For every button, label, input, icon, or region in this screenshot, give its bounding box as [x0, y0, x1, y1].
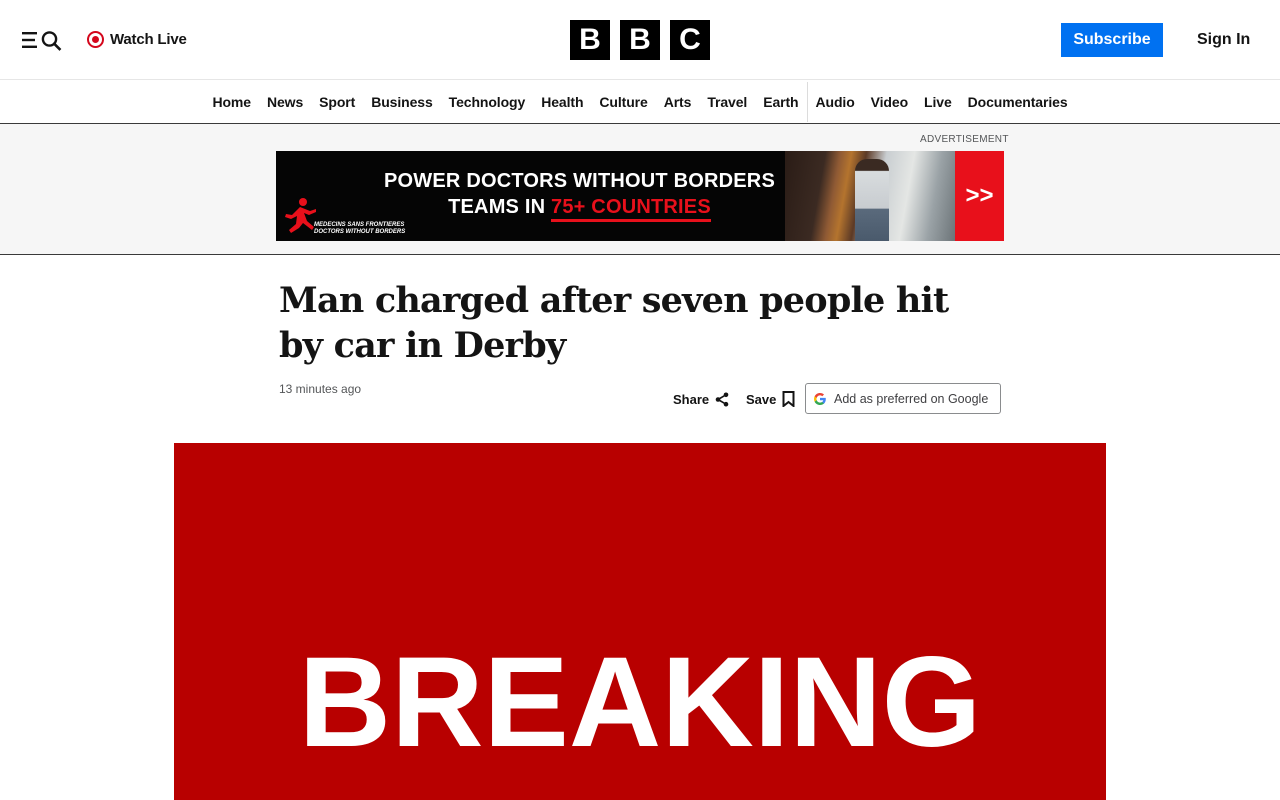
article-timestamp: 13 minutes ago	[279, 382, 362, 396]
advert-logo-text: DOCTORS WITHOUT BORDERS	[314, 229, 406, 235]
nav-item-health[interactable]: Health	[533, 81, 591, 124]
nav-item-home[interactable]: Home	[204, 81, 259, 124]
menu-search-button[interactable]	[22, 29, 62, 51]
nav-item-audio[interactable]: Audio	[808, 81, 863, 124]
nav-item-video[interactable]: Video	[863, 81, 916, 124]
advert-photo-person	[855, 159, 889, 241]
nav-item-sport[interactable]: Sport	[311, 81, 363, 124]
share-icon	[715, 392, 729, 406]
watch-live-link[interactable]: Watch Live	[87, 29, 187, 49]
watch-live-label: Watch Live	[110, 30, 187, 48]
nav-item-documentaries[interactable]: Documentaries	[960, 81, 1076, 124]
sign-in-button[interactable]: Sign In	[1190, 29, 1257, 51]
advert-headline: POWER DOCTORS WITHOUT BORDERS	[384, 170, 775, 192]
advert-logo-text: MEDECINS SANS FRONTIERES	[314, 222, 405, 228]
advert-label: ADVERTISEMENT	[920, 134, 1009, 145]
advert-photo	[785, 151, 955, 241]
advert-banner[interactable]: MEDECINS SANS FRONTIERES DOCTORS WITHOUT…	[276, 151, 1004, 241]
bbc-logo[interactable]: B B C	[570, 20, 710, 60]
advert-subheadline: TEAMS IN 75+ COUNTRIES	[357, 196, 802, 222]
nav-item-travel[interactable]: Travel	[699, 81, 755, 124]
nav-item-technology[interactable]: Technology	[441, 81, 534, 124]
logo-letter: B	[570, 20, 610, 60]
msf-running-man-icon	[285, 198, 316, 233]
top-header: Watch Live B B C Subscribe Sign In	[0, 0, 1280, 80]
advert-highlight: 75+ COUNTRIES	[551, 196, 711, 222]
live-indicator-icon	[87, 30, 104, 48]
logo-letter: B	[620, 20, 660, 60]
nav-item-earth[interactable]: Earth	[755, 81, 806, 124]
hero-breaking-text: BREAKING	[298, 631, 982, 774]
google-icon	[814, 392, 826, 405]
nav-item-live[interactable]: Live	[916, 81, 960, 124]
nav-item-news[interactable]: News	[259, 81, 311, 124]
subscribe-button[interactable]: Subscribe	[1061, 23, 1163, 57]
save-button[interactable]: Save	[746, 389, 795, 409]
share-button[interactable]: Share	[673, 389, 729, 409]
logo-letter: C	[670, 20, 710, 60]
menu-search-icon	[22, 31, 62, 51]
advert-arrow-button[interactable]: >>	[955, 151, 1004, 241]
nav-item-business[interactable]: Business	[363, 81, 440, 124]
main-nav: Home News Sport Business Technology Heal…	[0, 81, 1280, 124]
google-preferred-label: Add as preferred on Google	[834, 391, 989, 406]
bookmark-icon	[782, 391, 795, 407]
nav-item-arts[interactable]: Arts	[656, 81, 700, 124]
share-label: Share	[673, 391, 710, 407]
advert-subheadline-prefix: TEAMS IN	[448, 196, 552, 218]
google-preferred-button[interactable]: Add as preferred on Google	[805, 383, 1001, 414]
nav-item-culture[interactable]: Culture	[591, 81, 655, 124]
hero-image: BREAKING	[174, 443, 1106, 800]
save-label: Save	[746, 391, 777, 407]
article-headline: Man charged after seven people hit by ca…	[279, 280, 949, 366]
